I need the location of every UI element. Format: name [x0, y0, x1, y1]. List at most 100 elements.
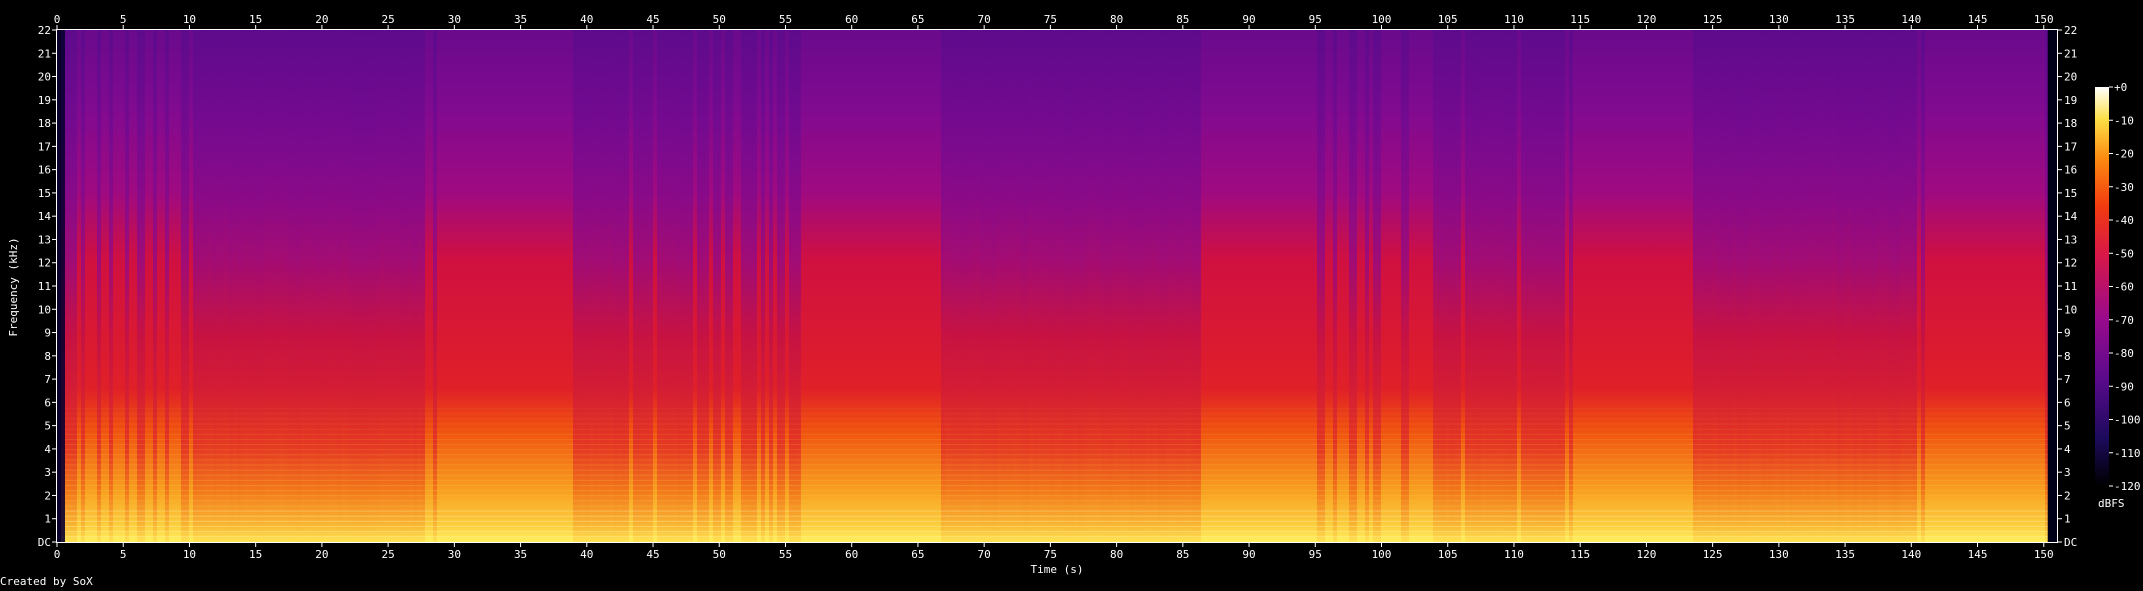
- harmonic-band: [65, 438, 2048, 440]
- colorbar-tick-label: -10: [2114, 114, 2134, 127]
- y-tick-label: 10: [38, 303, 51, 316]
- silence-start: [57, 30, 65, 542]
- x-tick-label: 130: [1769, 548, 1789, 561]
- harmonic-band: [65, 500, 2048, 502]
- harmonic-band: [65, 413, 2048, 415]
- y-tick-label: 8: [44, 350, 51, 363]
- x-tick-label: 0: [54, 13, 61, 26]
- x-tick-label: 45: [646, 13, 659, 26]
- harmonic-band: [65, 520, 2048, 522]
- y-tick-label: 8: [2064, 350, 2071, 363]
- x-tick-label: 55: [779, 13, 792, 26]
- x-axis-top: 0 5 10 15 20 25 30 35 40 45 50 55 60 65 70 75 80 85 90 95 10…: [54, 13, 2054, 29]
- x-tick-label: 140: [1901, 13, 1921, 26]
- y-tick-label: 14: [2064, 210, 2078, 223]
- x-tick-label: 55: [779, 548, 792, 561]
- x-tick-label: 140: [1901, 548, 1921, 561]
- y-tick-label: 20: [38, 71, 51, 84]
- y-tick-label: 19: [2064, 94, 2077, 107]
- x-tick-label: 15: [249, 548, 262, 561]
- x-tick-label: 135: [1835, 548, 1855, 561]
- x-tick-label: 75: [1044, 548, 1057, 561]
- y-axis-right: DC12345678910111213141516171819202122: [2058, 24, 2078, 549]
- colorbar: +0 -10 -20 -30 -40 -50 -60 -70 -80 -90 -100 -110 -12…: [2095, 81, 2141, 510]
- y-tick-label: 13: [38, 233, 51, 246]
- y-tick-label: 17: [38, 140, 51, 153]
- x-tick-label: 90: [1242, 13, 1255, 26]
- x-tick-label: 135: [1835, 13, 1855, 26]
- y-tick-label: 13: [2064, 233, 2077, 246]
- x-tick-label: 70: [978, 548, 991, 561]
- x-tick-label: 145: [1968, 548, 1988, 561]
- harmonic-band: [65, 484, 2048, 486]
- y-tick-label: 4: [44, 443, 51, 456]
- colorbar-tick-label: -30: [2114, 181, 2134, 194]
- y-tick-label: 22: [38, 24, 51, 37]
- x-tick-label: 75: [1044, 13, 1057, 26]
- x-tick-label: 120: [1636, 13, 1656, 26]
- y-tick-label: 4: [2064, 443, 2071, 456]
- y-tick-label: 15: [38, 187, 51, 200]
- x-tick-label: 35: [514, 13, 527, 26]
- y-tick-label: 14: [38, 210, 52, 223]
- colorbar-tick-label: -120: [2114, 480, 2141, 493]
- harmonic-band: [65, 495, 2048, 497]
- x-tick-label: 50: [713, 548, 726, 561]
- y-tick-label: DC: [2064, 536, 2077, 549]
- y-tick-label: 1: [2064, 513, 2071, 526]
- x-tick-label: 130: [1769, 13, 1789, 26]
- harmonic-band: [65, 479, 2048, 481]
- x-tick-label: 115: [1570, 548, 1590, 561]
- silence-end: [2047, 30, 2057, 542]
- x-tick-label: 25: [382, 548, 395, 561]
- x-tick-label: 5: [120, 13, 127, 26]
- x-tick-label: 90: [1242, 548, 1255, 561]
- harmonic-band: [65, 536, 2048, 538]
- colorbar-tick-label: -20: [2114, 148, 2134, 161]
- x-tick-label: 45: [646, 548, 659, 561]
- y-tick-label: 11: [2064, 280, 2077, 293]
- y-tick-label: 2: [44, 489, 51, 502]
- colorbar-label: dBFS: [2098, 497, 2125, 510]
- harmonic-band: [65, 433, 2048, 435]
- harmonic-band: [65, 449, 2048, 451]
- x-tick-label: 80: [1110, 13, 1123, 26]
- colorbar-tick-label: -40: [2114, 214, 2134, 227]
- x-tick-label: 10: [183, 13, 196, 26]
- x-tick-label: 10: [183, 548, 196, 561]
- y-tick-label: 21: [2064, 47, 2077, 60]
- harmonic-band: [65, 474, 2048, 476]
- x-tick-label: 100: [1372, 13, 1392, 26]
- colorbar-tick-label: +0: [2114, 81, 2127, 94]
- y-tick-label: 22: [2064, 24, 2077, 37]
- y-tick-label: 3: [44, 466, 51, 479]
- x-tick-label: 150: [2034, 548, 2054, 561]
- plot-area: [56, 29, 2058, 543]
- x-tick-label: 150: [2034, 13, 2054, 26]
- x-tick-label: 0: [54, 548, 61, 561]
- harmonic-band: [65, 454, 2048, 456]
- x-tick-label: 125: [1703, 13, 1723, 26]
- y-tick-label: 16: [2064, 164, 2077, 177]
- y-tick-label: 12: [2064, 257, 2077, 270]
- x-tick-label: 95: [1309, 13, 1322, 26]
- harmonic-band: [65, 464, 2048, 466]
- harmonic-band: [65, 408, 2048, 410]
- y-tick-label: 5: [44, 420, 51, 433]
- harmonic-band: [65, 469, 2048, 471]
- colorbar-tick-label: -60: [2114, 281, 2134, 294]
- y-tick-label: 20: [2064, 71, 2077, 84]
- harmonic-band: [65, 418, 2048, 420]
- x-tick-label: 60: [845, 548, 858, 561]
- colorbar-tick-label: -80: [2114, 347, 2134, 360]
- y-tick-label: 1: [44, 513, 51, 526]
- colorbar-tick-label: -110: [2114, 447, 2141, 460]
- y-tick-label: 2: [2064, 489, 2071, 502]
- y-tick-label: 11: [38, 280, 51, 293]
- y-tick-label: 5: [2064, 420, 2071, 433]
- y-tick-label: 7: [2064, 373, 2071, 386]
- y-tick-label: 21: [38, 47, 51, 60]
- harmonic-band: [65, 525, 2048, 527]
- y-tick-label: 19: [38, 94, 51, 107]
- x-tick-label: 40: [580, 548, 593, 561]
